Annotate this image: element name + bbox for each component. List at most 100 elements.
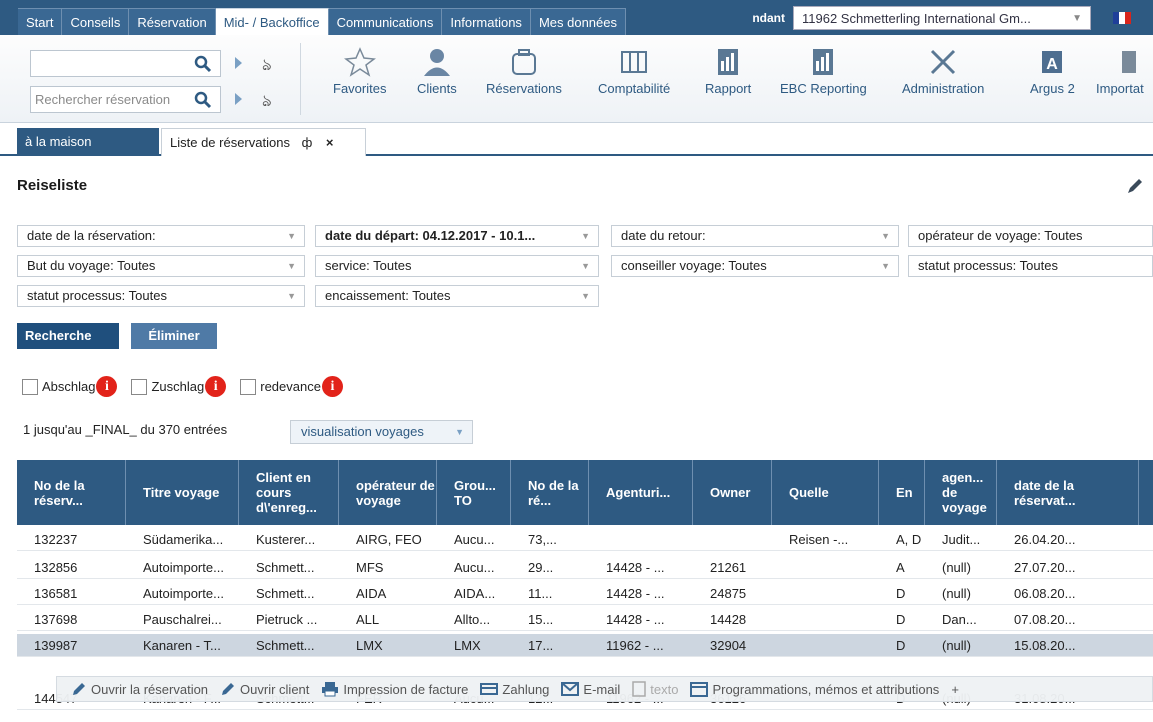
- french-flag-icon[interactable]: [1113, 12, 1131, 24]
- sms-icon: [632, 681, 646, 697]
- agency-select[interactable]: 11962 Schmetterling International Gm... …: [793, 6, 1091, 30]
- nav-tab-reservation[interactable]: Réservation: [129, 8, 216, 35]
- email-action[interactable]: E-mail: [561, 682, 620, 697]
- clear-button[interactable]: Éliminer: [131, 323, 217, 349]
- chevron-down-icon: ▼: [581, 291, 590, 301]
- argus-button[interactable]: A Argus 2: [1030, 47, 1075, 96]
- print-invoice-action[interactable]: Impression de facture: [321, 681, 468, 697]
- suitcase-icon: [511, 49, 536, 75]
- table-row[interactable]: 132856 Autoimporte... Schmett... MFS Aucu...…: [17, 556, 1153, 579]
- redevance-checkbox[interactable]: [240, 378, 257, 395]
- column-header[interactable]: No de la ré...: [511, 460, 589, 525]
- info-icon[interactable]: i: [321, 376, 343, 397]
- play-icon[interactable]: [235, 57, 242, 69]
- argus-label: Argus 2: [1030, 81, 1075, 96]
- pencil-icon: [222, 683, 235, 695]
- abschlag-checkbox[interactable]: [22, 378, 38, 395]
- column-header[interactable]: Grou... TO: [437, 460, 511, 525]
- column-header[interactable]: Client en cours d\'enreg...: [239, 460, 339, 525]
- search-icon[interactable]: [194, 91, 212, 109]
- schedule-icon: [690, 682, 709, 697]
- chevron-down-icon: ▼: [287, 231, 296, 241]
- import-button[interactable]: Importat: [1096, 47, 1144, 96]
- reservations-button[interactable]: Réservations: [486, 47, 562, 96]
- collection-filter[interactable]: encaissement: Toutes ▼: [315, 285, 599, 307]
- administration-button[interactable]: Administration: [902, 47, 984, 96]
- column-header[interactable]: date de la réservat...: [997, 460, 1139, 525]
- pencil-icon[interactable]: [1125, 176, 1145, 196]
- table-cell: 32904: [710, 638, 747, 653]
- return-date-filter[interactable]: date du retour: ▼: [611, 225, 899, 247]
- chevron-down-icon: ▼: [881, 231, 890, 241]
- reservation-search-input[interactable]: Rechercher réservation: [30, 86, 221, 113]
- column-header[interactable]: Owner: [693, 460, 772, 525]
- table-row[interactable]: 132237 Südamerika... Kusterer... AIRG, FEO A…: [17, 528, 1153, 551]
- speaker-icon[interactable]: ঌ: [262, 52, 272, 79]
- table-row[interactable]: 139987 Kanaren - T... Schmett... LMX LMX 17..…: [17, 634, 1153, 657]
- nav-tab-communications[interactable]: Communications: [328, 8, 443, 35]
- column-header[interactable]: opérateur de voyage: [339, 460, 437, 525]
- report-button[interactable]: Rapport: [705, 47, 751, 96]
- column-header[interactable]: Titre voyage: [126, 460, 239, 525]
- abschlag-label: Abschlag: [42, 379, 96, 394]
- process-status-filter-2[interactable]: statut processus: Toutes ▼: [17, 285, 305, 307]
- schedules-memos-action[interactable]: Programmations, mémos et attributions: [690, 681, 939, 697]
- accounting-button[interactable]: Comptabilité: [598, 47, 670, 96]
- travel-advisor-filter[interactable]: conseiller voyage: Toutes ▼: [611, 255, 899, 277]
- nav-tab-informations[interactable]: Informations: [442, 8, 531, 35]
- table-cell: 04.1: [1139, 634, 1153, 657]
- nav-tab-conseils[interactable]: Conseils: [62, 8, 130, 35]
- nav-tab-backoffice[interactable]: Mid- / Backoffice: [215, 8, 329, 35]
- search-input[interactable]: [30, 50, 221, 77]
- zuschlag-checkbox[interactable]: [131, 378, 148, 395]
- column-header[interactable]: En: [879, 460, 925, 525]
- nav-tab-mes-donnees[interactable]: Mes données: [530, 8, 626, 35]
- column-header[interactable]: Agenturi...: [589, 460, 693, 525]
- table-cell: D: [896, 586, 906, 601]
- favorites-button[interactable]: Favorites: [333, 47, 386, 96]
- search-button[interactable]: Recherche: [17, 323, 119, 349]
- payment-action[interactable]: Zahlung: [480, 681, 549, 697]
- trip-purpose-filter[interactable]: But du voyage: Toutes ▼: [17, 255, 305, 277]
- open-reservation-label: Ouvrir la réservation: [91, 681, 209, 697]
- ebc-reporting-button[interactable]: EBC Reporting: [780, 47, 867, 96]
- column-header[interactable]: No de la réserv...: [17, 460, 126, 525]
- view-select[interactable]: visualisation voyages ▼: [290, 420, 473, 444]
- chevron-down-icon: ▼: [1072, 12, 1082, 24]
- tour-operator-filter[interactable]: opérateur de voyage: Toutes: [908, 225, 1153, 247]
- table-row[interactable]: 137698 Pauschalrei... Pietruck ... ALL Allto…: [17, 608, 1153, 631]
- table-cell: Pauschalrei...: [143, 612, 222, 627]
- pin-icon[interactable]: ф: [302, 135, 313, 150]
- tools-icon: [931, 49, 956, 75]
- table-row[interactable]: 136581 Autoimporte... Schmett... AIDA AIDA..…: [17, 582, 1153, 605]
- sms-action[interactable]: texto: [632, 681, 678, 697]
- more-action[interactable]: +: [951, 682, 959, 697]
- open-client-action[interactable]: Ouvrir client: [220, 681, 309, 697]
- table-cell: 04.1: [1139, 608, 1153, 631]
- search-icon[interactable]: [194, 55, 212, 73]
- argus-icon: A: [1042, 51, 1063, 73]
- nav-tab-start[interactable]: Start: [18, 8, 63, 35]
- redevance-label: redevance: [260, 379, 321, 394]
- table-cell: 26.04.20...: [1014, 532, 1076, 547]
- table-cell: Schmett...: [256, 638, 315, 653]
- administration-label: Administration: [902, 81, 985, 96]
- play-icon[interactable]: [235, 93, 242, 105]
- table-cell: 14428 - ...: [606, 586, 665, 601]
- process-status-filter[interactable]: statut processus: Toutes: [908, 255, 1153, 277]
- column-header[interactable]: Quelle: [772, 460, 879, 525]
- info-icon[interactable]: i: [205, 376, 227, 397]
- tab-home[interactable]: à la maison: [17, 128, 159, 156]
- payment-label: Zahlung: [502, 681, 550, 697]
- column-header[interactable]: agen... de voyage: [925, 460, 997, 525]
- clients-button[interactable]: Clients: [417, 47, 457, 96]
- booking-date-filter[interactable]: date de la réservation: ▼: [17, 225, 305, 247]
- speaker-icon[interactable]: ঌ: [262, 88, 272, 115]
- close-icon[interactable]: ×: [326, 135, 334, 150]
- open-reservation-action[interactable]: Ouvrir la réservation: [71, 681, 208, 697]
- info-icon[interactable]: i: [96, 376, 118, 397]
- tab-reservation-list[interactable]: Liste de réservations ф ×: [161, 128, 366, 156]
- service-filter[interactable]: service: Toutes ▼: [315, 255, 599, 277]
- departure-date-filter[interactable]: date du départ: 04.12.2017 - 10.1... ▼: [315, 225, 599, 247]
- column-header[interactable]: date dépa: [1139, 460, 1153, 525]
